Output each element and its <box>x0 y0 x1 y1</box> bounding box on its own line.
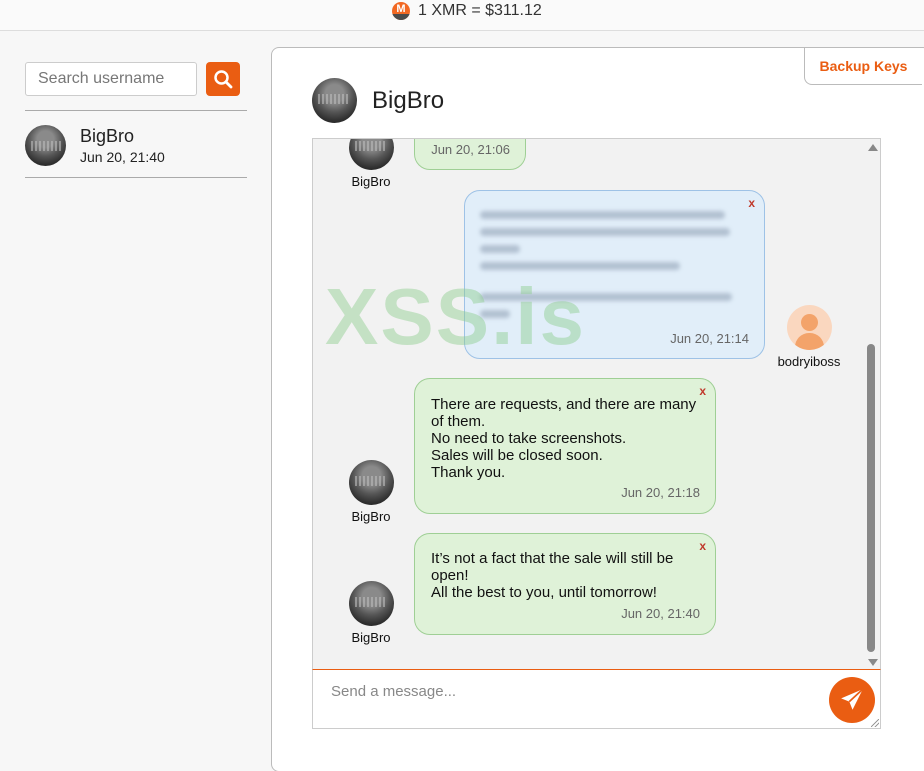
message-time: Jun 20, 21:14 <box>670 331 749 346</box>
chat-header: BigBro <box>312 78 444 123</box>
sender-name: BigBro <box>351 630 391 645</box>
scroll-down-arrow[interactable] <box>868 659 878 666</box>
search-icon <box>214 70 233 89</box>
blurred-message-text <box>480 211 732 327</box>
message-time: Jun 20, 21:06 <box>431 142 510 157</box>
scrollbar[interactable] <box>864 139 880 669</box>
monero-icon: M <box>392 2 410 20</box>
message-bubble: x Jun 20, 21:14 <box>464 190 765 359</box>
search-button[interactable] <box>206 62 240 96</box>
message-text: There are requests, and there are many o… <box>431 396 697 481</box>
message-time: Jun 20, 21:40 <box>621 606 700 621</box>
exchange-rate-text: 1 XMR = $311.12 <box>418 2 542 19</box>
avatar <box>312 78 357 123</box>
contact-item[interactable]: BigBro Jun 20, 21:40 <box>25 111 247 178</box>
message-bubble: x It’s not a fact that the sale will sti… <box>414 533 716 635</box>
message-time: Jun 20, 21:18 <box>621 485 700 500</box>
sender-name: bodryiboss <box>777 354 841 369</box>
paper-plane-icon <box>841 688 864 710</box>
avatar <box>25 125 66 166</box>
avatar <box>348 581 394 626</box>
contact-name: BigBro <box>80 126 135 146</box>
scroll-up-arrow[interactable] <box>868 144 878 151</box>
avatar <box>348 460 394 505</box>
message-bubble: Jun 20, 21:06 <box>414 139 526 170</box>
backup-keys-button[interactable]: Backup Keys <box>804 48 922 85</box>
message-input[interactable] <box>313 670 823 728</box>
search-input[interactable] <box>25 62 197 96</box>
message-list[interactable]: XSS.is Jun 20, 21:06 BigBro x Jun 20, 21… <box>312 138 881 669</box>
search-row <box>25 62 247 96</box>
message-bubble: x There are requests, and there are many… <box>414 378 716 514</box>
message-composer <box>312 669 881 729</box>
message-sender: BigBro <box>326 139 416 189</box>
exchange-rate: M 1 XMR = $311.12 <box>392 2 542 20</box>
delete-message-button[interactable]: x <box>748 195 755 212</box>
message-sender: bodryiboss <box>764 305 854 369</box>
message-sender: BigBro <box>326 581 416 645</box>
send-button[interactable] <box>829 677 875 723</box>
sender-name: BigBro <box>351 174 391 189</box>
top-bar: M 1 XMR = $311.12 <box>0 0 924 31</box>
contact-time: Jun 20, 21:40 <box>80 149 165 165</box>
user-silhouette-icon <box>786 305 832 350</box>
message-text: It’s not a fact that the sale will still… <box>431 550 674 601</box>
scrollbar-thumb[interactable] <box>867 344 875 652</box>
avatar <box>348 139 394 170</box>
sender-name: BigBro <box>351 509 391 524</box>
message-sender: BigBro <box>326 460 416 524</box>
chat-title: BigBro <box>372 86 445 114</box>
resize-handle[interactable] <box>871 719 879 727</box>
sidebar: BigBro Jun 20, 21:40 <box>25 62 247 178</box>
